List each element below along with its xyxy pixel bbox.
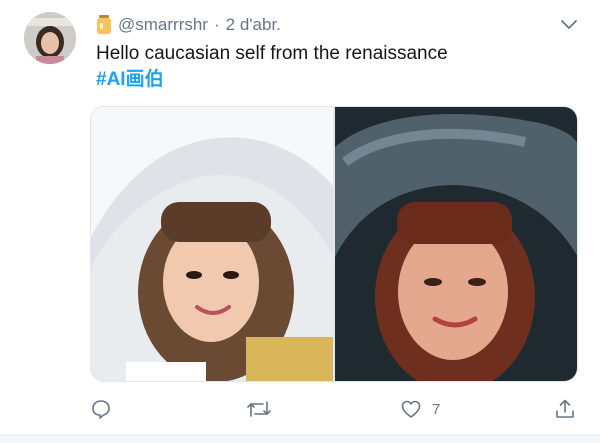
jar-emoji-icon [96, 15, 112, 35]
photo-selfie[interactable] [91, 107, 333, 381]
tweet-divider [0, 435, 600, 443]
reply-icon [90, 398, 112, 420]
like-button[interactable]: 7 [400, 396, 440, 422]
chevron-down-icon[interactable] [558, 14, 580, 36]
hashtag-link[interactable]: #AI画伯 [96, 68, 164, 92]
tweet-actions: 7 [90, 396, 578, 422]
share-icon [554, 398, 576, 420]
avatar-image [24, 12, 76, 64]
photo-renaissance-portrait[interactable] [335, 107, 577, 381]
tweet-media[interactable] [90, 106, 578, 382]
tweet-header: @smarrrshr · 2 d'abr. [96, 14, 580, 36]
avatar[interactable] [24, 12, 76, 64]
tweet-text: Hello caucasian self from the renaissanc… [96, 43, 448, 64]
heart-icon [400, 398, 422, 420]
user-handle[interactable]: @smarrrshr [118, 15, 208, 35]
tweet-date[interactable]: 2 d'abr. [226, 15, 281, 35]
separator-dot: · [213, 15, 220, 34]
like-count: 7 [432, 400, 441, 418]
reply-button[interactable] [90, 396, 112, 422]
retweet-icon [246, 398, 272, 420]
retweet-button[interactable] [246, 396, 272, 422]
share-button[interactable] [554, 396, 576, 422]
